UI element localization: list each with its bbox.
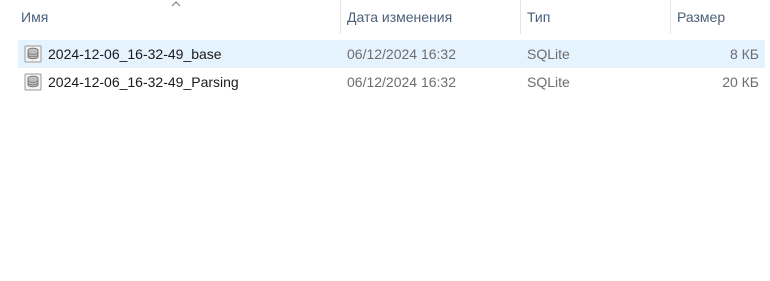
- file-row[interactable]: 2024-12-06_16-32-49_Parsing 06/12/2024 1…: [18, 68, 765, 96]
- database-file-icon: [24, 73, 42, 91]
- column-header-type[interactable]: Тип: [520, 0, 670, 34]
- column-header-row: Имя Дата изменения Тип Размер: [0, 0, 770, 34]
- file-list-view: Имя Дата изменения Тип Размер 2024-12-06…: [0, 0, 770, 281]
- file-date-modified: 06/12/2024 16:32: [347, 74, 456, 90]
- column-header-date[interactable]: Дата изменения: [340, 0, 520, 34]
- file-size: 8 КБ: [729, 46, 759, 62]
- file-name: 2024-12-06_16-32-49_base: [48, 46, 222, 62]
- column-header-size-label: Размер: [677, 9, 726, 25]
- column-header-name[interactable]: Имя: [14, 0, 340, 34]
- column-header-type-label: Тип: [527, 9, 551, 25]
- file-row[interactable]: 2024-12-06_16-32-49_base 06/12/2024 16:3…: [18, 40, 765, 68]
- column-header-date-label: Дата изменения: [347, 9, 453, 25]
- file-size: 20 КБ: [722, 74, 759, 90]
- file-name: 2024-12-06_16-32-49_Parsing: [48, 74, 239, 90]
- file-date-modified: 06/12/2024 16:32: [347, 46, 456, 62]
- column-header-size[interactable]: Размер: [670, 0, 770, 34]
- column-header-name-label: Имя: [21, 9, 49, 25]
- database-file-icon: [24, 45, 42, 63]
- file-type: SQLite: [527, 46, 570, 62]
- file-type: SQLite: [527, 74, 570, 90]
